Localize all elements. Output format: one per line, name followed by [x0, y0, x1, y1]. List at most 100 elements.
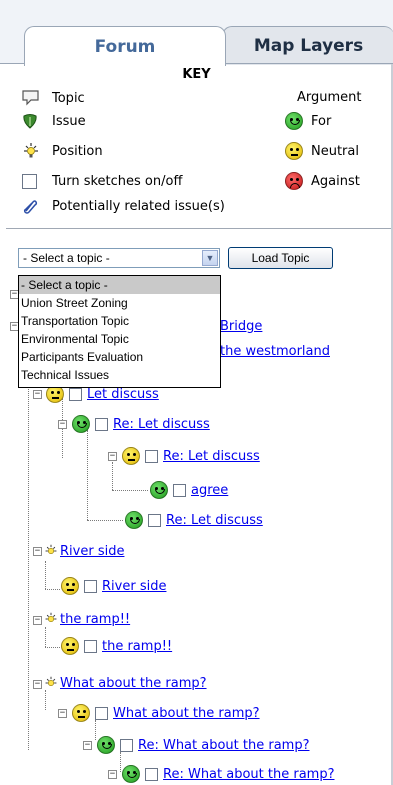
- dropdown-option[interactable]: Union Street Zoning: [19, 294, 220, 312]
- tree-connector: [120, 752, 121, 772]
- tree-expander[interactable]: −: [33, 547, 42, 556]
- issue-leaf-icon: [22, 112, 44, 130]
- tree-node-link[interactable]: Re: Let discuss: [163, 449, 260, 464]
- node-checkbox[interactable]: [95, 706, 108, 720]
- green-smiley-icon: [125, 511, 143, 529]
- tree-connector: [28, 360, 29, 750]
- node-checkbox[interactable]: [95, 417, 108, 431]
- tree-connector: [45, 589, 60, 590]
- red-frown-icon: [285, 172, 303, 190]
- tree-expander[interactable]: −: [108, 770, 117, 779]
- tree-node[interactable]: the ramp!!: [61, 636, 172, 656]
- tab-forum[interactable]: Forum: [24, 26, 226, 66]
- tree-connector: [112, 490, 148, 491]
- tree-connector: [87, 430, 88, 520]
- tree-expander[interactable]: −: [33, 390, 42, 399]
- dropdown-option[interactable]: Transportation Topic: [19, 312, 220, 330]
- key-sketches-label: Turn sketches on/off: [52, 173, 183, 189]
- dropdown-option[interactable]: Environmental Topic: [19, 330, 220, 348]
- green-smiley-icon: [285, 112, 303, 130]
- dropdown-option[interactable]: - Select a topic -: [19, 276, 220, 294]
- tree-node-link[interactable]: What about the ramp?: [113, 706, 260, 721]
- tab-map-layers[interactable]: Map Layers: [222, 26, 393, 65]
- tree-connector: [45, 561, 46, 589]
- tree-node-partial[interactable]: Bridge: [220, 316, 262, 336]
- tab-map-layers-label: Map Layers: [253, 36, 364, 56]
- tree-node[interactable]: agree: [150, 480, 228, 500]
- yellow-neutral-icon: [72, 704, 90, 722]
- sketches-toggle-checkbox[interactable]: [22, 173, 37, 189]
- tree-node-link[interactable]: River side: [60, 544, 124, 559]
- key-against-label: Against: [311, 173, 360, 189]
- tree-expander[interactable]: −: [58, 420, 67, 429]
- tree-connector: [87, 520, 123, 521]
- lightbulb-icon: [44, 675, 58, 691]
- tab-forum-label: Forum: [94, 36, 156, 57]
- topic-dropdown-list[interactable]: - Select a topic - Union Street Zoning T…: [18, 275, 221, 388]
- tree-node-link[interactable]: Re: What about the ramp?: [138, 738, 309, 753]
- tree-expander[interactable]: −: [58, 709, 67, 718]
- key-divider: [6, 228, 393, 229]
- argument-title: Argument: [297, 90, 362, 105]
- paperclip-icon: [22, 197, 44, 215]
- node-checkbox[interactable]: [120, 738, 133, 752]
- load-topic-button[interactable]: Load Topic: [228, 247, 333, 269]
- chevron-down-icon[interactable]: ▼: [202, 250, 218, 266]
- dropdown-option[interactable]: Participants Evaluation: [19, 348, 220, 366]
- key-title: KEY: [182, 67, 211, 82]
- dropdown-option[interactable]: Technical Issues: [19, 366, 220, 384]
- sketches-checkbox-wrap: [22, 172, 44, 190]
- tree-node[interactable]: the ramp!!: [44, 609, 130, 629]
- tree-expander[interactable]: −: [108, 452, 117, 461]
- tree-expander[interactable]: −: [33, 680, 42, 689]
- tree-node-link[interactable]: What about the ramp?: [60, 676, 207, 691]
- tree-expander[interactable]: −: [33, 616, 42, 625]
- tree-node-partial[interactable]: the westmorland: [220, 341, 330, 361]
- lightbulb-icon: [44, 611, 58, 627]
- key-issue: Issue: [22, 111, 86, 131]
- tree-node-link[interactable]: the ramp!!: [102, 639, 172, 654]
- key-position: Position: [22, 141, 103, 161]
- tree-node-link[interactable]: Re: Let discuss: [113, 417, 210, 432]
- node-checkbox[interactable]: [148, 513, 161, 527]
- key-neutral: Neutral: [285, 141, 359, 161]
- topic-select[interactable]: - Select a topic - ▼: [18, 248, 220, 268]
- node-checkbox[interactable]: [145, 767, 158, 781]
- tree-node[interactable]: Re: What about the ramp?: [122, 764, 334, 784]
- tree-node-link[interactable]: Bridge: [220, 319, 262, 334]
- node-checkbox[interactable]: [69, 387, 82, 401]
- node-checkbox[interactable]: [173, 483, 186, 497]
- lightbulb-icon: [22, 142, 44, 160]
- key-topic: Topic: [22, 88, 85, 108]
- key-sketches[interactable]: Turn sketches on/off: [22, 171, 182, 191]
- tree-node-link[interactable]: Re: What about the ramp?: [163, 767, 334, 782]
- topic-select-value: - Select a topic -: [23, 251, 110, 265]
- tree-node-link[interactable]: River side: [102, 579, 166, 594]
- lightbulb-icon: [44, 543, 58, 559]
- tree-node-link[interactable]: the westmorland: [220, 344, 330, 359]
- tree-node-link[interactable]: Re: Let discuss: [166, 513, 263, 528]
- tree-connector: [95, 720, 96, 740]
- tree-connector: [45, 690, 46, 710]
- key-topic-label: Topic: [52, 90, 85, 106]
- tree-node-link[interactable]: Let discuss: [87, 387, 159, 402]
- tree-node[interactable]: What about the ramp?: [44, 673, 207, 693]
- tree-node[interactable]: River side: [61, 576, 166, 596]
- yellow-neutral-icon: [61, 577, 79, 595]
- node-checkbox[interactable]: [145, 449, 158, 463]
- tree-expander[interactable]: −: [83, 741, 92, 750]
- tree-node[interactable]: Re: Let discuss: [125, 510, 263, 530]
- tree-node[interactable]: What about the ramp?: [72, 703, 260, 723]
- tree-node[interactable]: Re: Let discuss: [72, 414, 210, 434]
- tree-node[interactable]: Re: Let discuss: [122, 446, 260, 466]
- tree-node[interactable]: River side: [44, 541, 124, 561]
- yellow-neutral-icon: [285, 142, 303, 160]
- key-related-issues: Potentially related issue(s): [22, 196, 225, 216]
- key-against: Against: [285, 171, 360, 191]
- tree-node-link[interactable]: agree: [191, 483, 228, 498]
- key-neutral-label: Neutral: [311, 143, 359, 159]
- node-checkbox[interactable]: [84, 639, 97, 653]
- tree-node[interactable]: Re: What about the ramp?: [97, 735, 309, 755]
- node-checkbox[interactable]: [84, 579, 97, 593]
- tree-node-link[interactable]: the ramp!!: [60, 612, 130, 627]
